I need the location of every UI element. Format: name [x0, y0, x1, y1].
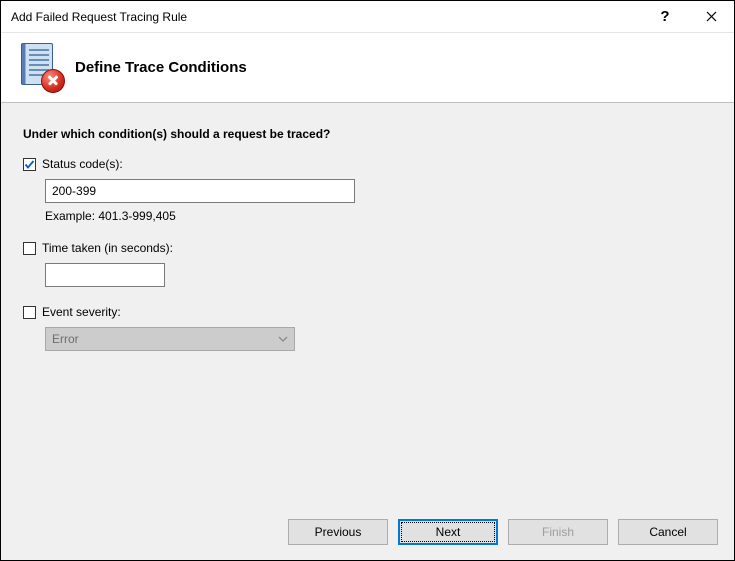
titlebar: Add Failed Request Tracing Rule ?: [1, 1, 734, 33]
dialog-window: Add Failed Request Tracing Rule ? Define…: [0, 0, 735, 561]
status-codes-example: Example: 401.3-999,405: [45, 209, 712, 223]
checkmark-icon: [24, 159, 35, 170]
page-title: Define Trace Conditions: [75, 59, 247, 76]
time-taken-checkbox[interactable]: [23, 242, 36, 255]
status-codes-input[interactable]: [45, 179, 355, 203]
wizard-header: Define Trace Conditions: [1, 33, 734, 103]
previous-button[interactable]: Previous: [288, 519, 388, 545]
chevron-down-icon: [278, 334, 288, 344]
time-taken-label: Time taken (in seconds):: [42, 241, 173, 255]
header-icon: [15, 43, 61, 93]
event-severity-label: Event severity:: [42, 305, 121, 319]
status-codes-label: Status code(s):: [42, 157, 123, 171]
prompt-text: Under which condition(s) should a reques…: [23, 127, 712, 141]
window-title: Add Failed Request Tracing Rule: [11, 10, 642, 24]
time-taken-row: Time taken (in seconds):: [23, 241, 712, 255]
cancel-button[interactable]: Cancel: [618, 519, 718, 545]
event-severity-row: Event severity:: [23, 305, 712, 319]
status-codes-row: Status code(s):: [23, 157, 712, 171]
event-severity-select: Error: [45, 327, 295, 351]
status-codes-checkbox[interactable]: [23, 158, 36, 171]
event-severity-value: Error: [52, 332, 79, 346]
next-button[interactable]: Next: [398, 519, 498, 545]
event-severity-checkbox[interactable]: [23, 306, 36, 319]
button-bar: Previous Next Finish Cancel: [1, 504, 734, 560]
error-badge-icon: [41, 69, 65, 93]
event-severity-block: Error: [45, 327, 712, 351]
close-icon: [706, 11, 717, 22]
finish-button: Finish: [508, 519, 608, 545]
help-button[interactable]: ?: [642, 1, 688, 33]
time-taken-block: [45, 263, 712, 287]
time-taken-input[interactable]: [45, 263, 165, 287]
status-codes-block: Example: 401.3-999,405: [45, 179, 712, 223]
close-button[interactable]: [688, 1, 734, 33]
content-area: Under which condition(s) should a reques…: [1, 103, 734, 504]
